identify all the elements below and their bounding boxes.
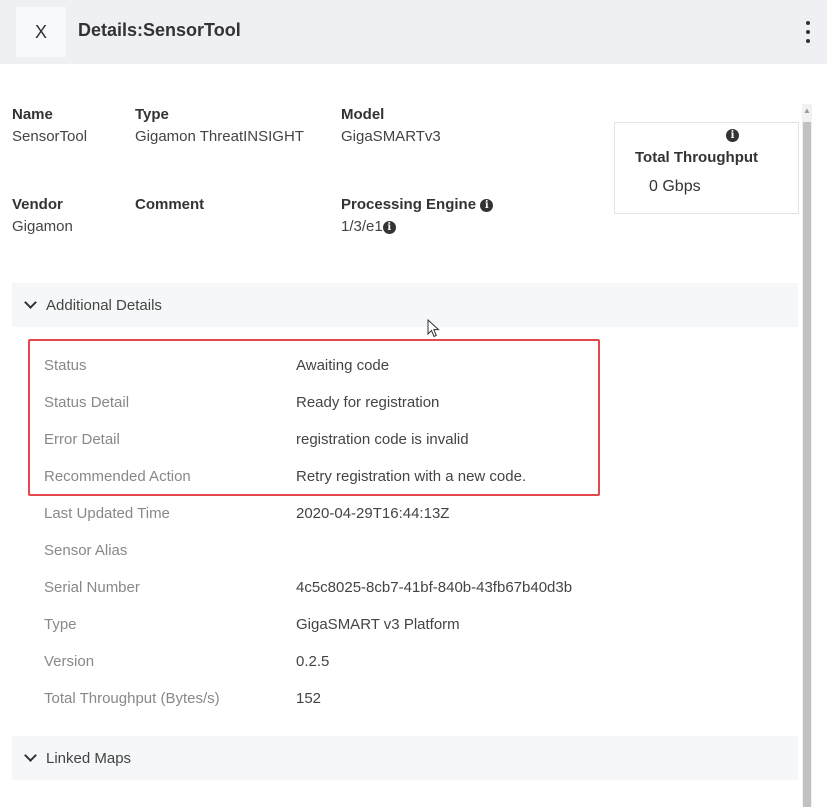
panel-header: X Details:SensorTool <box>0 0 827 64</box>
detail-key: Type <box>44 616 77 633</box>
field-processing-engine: Processing Engine i 1/3/e1 i <box>341 194 494 238</box>
scroll-thumb[interactable] <box>803 122 811 807</box>
additional-details-toggle[interactable]: Additional Details <box>12 283 798 327</box>
detail-key: Total Throughput (Bytes/s) <box>44 690 220 707</box>
info-icon[interactable]: i <box>480 199 494 212</box>
detail-row: Version 0.2.5 <box>44 650 784 674</box>
detail-row: Type GigaSMART v3 Platform <box>44 613 784 637</box>
scrollbar[interactable]: ▲ <box>802 104 812 807</box>
detail-row: Last Updated Time 2020-04-29T16:44:13Z <box>44 502 784 526</box>
linked-maps-title: Linked Maps <box>46 749 132 767</box>
total-throughput-card: i Total Throughput 0 Gbps <box>614 122 799 214</box>
field-vendor-value: Gigamon <box>12 218 73 235</box>
field-name: Name SensorTool <box>12 104 87 148</box>
detail-key: Version <box>44 653 95 670</box>
field-name-label: Name <box>12 106 53 123</box>
total-throughput-value: 0 Gbps <box>649 178 701 195</box>
detail-row: Sensor Alias <box>44 539 784 563</box>
detail-value: 0.2.5 <box>296 653 330 670</box>
detail-value: GigaSMART v3 Platform <box>296 616 460 633</box>
field-type-label: Type <box>135 106 169 123</box>
info-icon[interactable]: i <box>726 129 739 142</box>
field-comment: Comment <box>135 194 204 216</box>
field-comment-label: Comment <box>135 196 205 213</box>
detail-key: Last Updated Time <box>44 505 170 522</box>
field-processing-engine-value[interactable]: 1/3/e1 <box>341 218 383 235</box>
detail-value: 2020-04-29T16:44:13Z <box>296 505 450 522</box>
field-model: Model GigaSMARTv3 <box>341 104 441 148</box>
close-button[interactable]: X <box>16 7 66 57</box>
detail-key: Sensor Alias <box>44 542 128 559</box>
field-name-value: SensorTool <box>12 128 88 145</box>
total-throughput-label: Total Throughput <box>635 149 759 166</box>
linked-maps-toggle[interactable]: Linked Maps <box>12 736 798 780</box>
scroll-up-arrow-icon[interactable]: ▲ <box>802 104 812 118</box>
field-type-value: Gigamon ThreatINSIGHT <box>135 128 304 145</box>
field-vendor-label: Vendor <box>12 196 63 213</box>
panel-title: Details:SensorTool <box>78 20 241 40</box>
mouse-cursor-icon <box>427 319 440 338</box>
additional-details-title: Additional Details <box>46 296 162 314</box>
detail-value: 4c5c8025-8cb7-41bf-840b-43fb67b40d3b <box>296 579 573 596</box>
highlight-box <box>28 339 600 496</box>
info-icon[interactable]: i <box>382 221 396 234</box>
detail-row: Serial Number 4c5c8025-8cb7-41bf-840b-43… <box>44 576 784 600</box>
field-type: Type Gigamon ThreatINSIGHT <box>135 104 304 148</box>
field-processing-engine-label: Processing Engine <box>341 196 477 213</box>
detail-row: Total Throughput (Bytes/s) 152 <box>44 687 784 711</box>
detail-key: Serial Number <box>44 579 140 596</box>
more-options-icon[interactable] <box>803 18 813 46</box>
detail-value: 152 <box>296 690 322 707</box>
field-model-value: GigaSMARTv3 <box>341 128 441 145</box>
field-vendor: Vendor Gigamon <box>12 194 73 238</box>
field-model-label: Model <box>341 106 385 123</box>
chevron-down-icon <box>24 749 37 762</box>
chevron-down-icon <box>24 296 37 309</box>
